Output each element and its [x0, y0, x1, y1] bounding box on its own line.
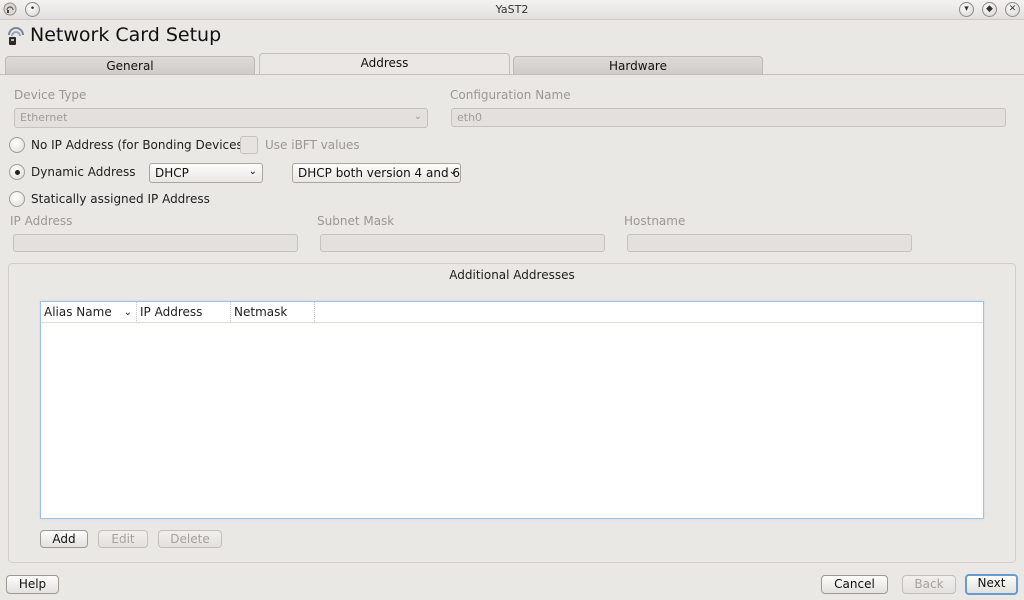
- close-icon[interactable]: ✕: [1005, 2, 1020, 17]
- chevron-down-icon: ⌄: [448, 166, 457, 177]
- dynamic-address-radio[interactable]: [9, 164, 25, 180]
- tab-divider: [0, 74, 1024, 75]
- column-header-label: Alias Name: [44, 305, 112, 319]
- edit-button[interactable]: Edit: [98, 530, 148, 548]
- column-header-label: Netmask: [234, 305, 288, 319]
- help-button[interactable]: Help: [6, 575, 59, 594]
- table-header: Alias Name ⌄ IP Address Netmask: [41, 302, 983, 323]
- static-address-label[interactable]: Statically assigned IP Address: [31, 192, 210, 206]
- edit-button-label: Edit: [111, 532, 135, 546]
- column-header-netmask[interactable]: Netmask: [231, 302, 315, 323]
- dynamic-address-label[interactable]: Dynamic Address: [31, 165, 136, 179]
- network-card-icon: [6, 26, 26, 46]
- delete-button-label: Delete: [170, 532, 210, 546]
- no-ip-label[interactable]: No IP Address (for Bonding Devices): [31, 138, 247, 152]
- tab-label: Address: [360, 56, 409, 70]
- dynamic-mode-combo[interactable]: DHCP ⌄: [149, 163, 263, 183]
- use-ibft-label[interactable]: Use iBFT values: [265, 138, 360, 152]
- subnet-mask-field[interactable]: [320, 234, 605, 252]
- configuration-name-field[interactable]: eth0: [451, 108, 1006, 127]
- device-type-combo[interactable]: Ethernet ⌄: [14, 108, 428, 128]
- hostname-field[interactable]: [627, 234, 912, 252]
- alias-table[interactable]: Alias Name ⌄ IP Address Netmask: [40, 301, 984, 519]
- cancel-button[interactable]: Cancel: [821, 575, 888, 594]
- dynamic-mode-value: DHCP: [155, 166, 189, 180]
- device-type-label: Device Type: [14, 88, 87, 102]
- help-button-label: Help: [18, 577, 47, 591]
- maximize-icon[interactable]: ◆: [982, 2, 997, 17]
- minimize-icon[interactable]: ▾: [959, 2, 974, 17]
- configuration-name-value: eth0: [457, 111, 483, 124]
- ip-address-field[interactable]: [13, 234, 298, 252]
- add-button-label: Add: [52, 532, 76, 546]
- sort-chevron-icon: ⌄: [123, 307, 132, 318]
- cancel-button-label: Cancel: [834, 577, 875, 591]
- configuration-name-label: Configuration Name: [450, 88, 571, 102]
- chevron-down-icon: ⌄: [248, 166, 257, 177]
- dhcp-version-value: DHCP both version 4 and 6: [298, 166, 461, 180]
- column-header-alias-name[interactable]: Alias Name ⌄: [41, 302, 137, 323]
- device-type-value: Ethernet: [20, 111, 68, 124]
- window-title: YaST2: [495, 3, 529, 16]
- static-address-radio[interactable]: [9, 191, 25, 207]
- window-titlebar[interactable]: • YaST2 ▾ ◆ ✕: [0, 0, 1024, 20]
- tab-general[interactable]: General: [5, 56, 255, 75]
- back-button[interactable]: Back: [902, 575, 956, 594]
- ip-address-label: IP Address: [10, 214, 73, 228]
- subnet-mask-label: Subnet Mask: [317, 214, 395, 228]
- delete-button[interactable]: Delete: [158, 530, 222, 548]
- add-button[interactable]: Add: [40, 530, 88, 548]
- no-ip-radio[interactable]: [9, 137, 25, 153]
- next-button[interactable]: Next: [965, 574, 1018, 595]
- back-button-label: Back: [914, 577, 944, 591]
- tab-hardware[interactable]: Hardware: [513, 56, 763, 75]
- chevron-down-icon: ⌄: [413, 111, 422, 122]
- radio-selected-dot: [15, 170, 20, 175]
- column-header-label: IP Address: [140, 305, 203, 319]
- use-ibft-checkbox[interactable]: [240, 136, 258, 154]
- column-header-ip-address[interactable]: IP Address: [137, 302, 231, 323]
- dhcp-version-combo[interactable]: DHCP both version 4 and 6 ⌄: [292, 163, 461, 183]
- tab-label: Hardware: [609, 59, 667, 73]
- page-title: Network Card Setup: [30, 24, 222, 46]
- next-button-label: Next: [977, 576, 1006, 590]
- additional-addresses-title: Additional Addresses: [449, 268, 575, 282]
- hostname-label: Hostname: [624, 214, 686, 228]
- tab-label: General: [106, 59, 154, 73]
- tab-address[interactable]: Address: [259, 53, 510, 75]
